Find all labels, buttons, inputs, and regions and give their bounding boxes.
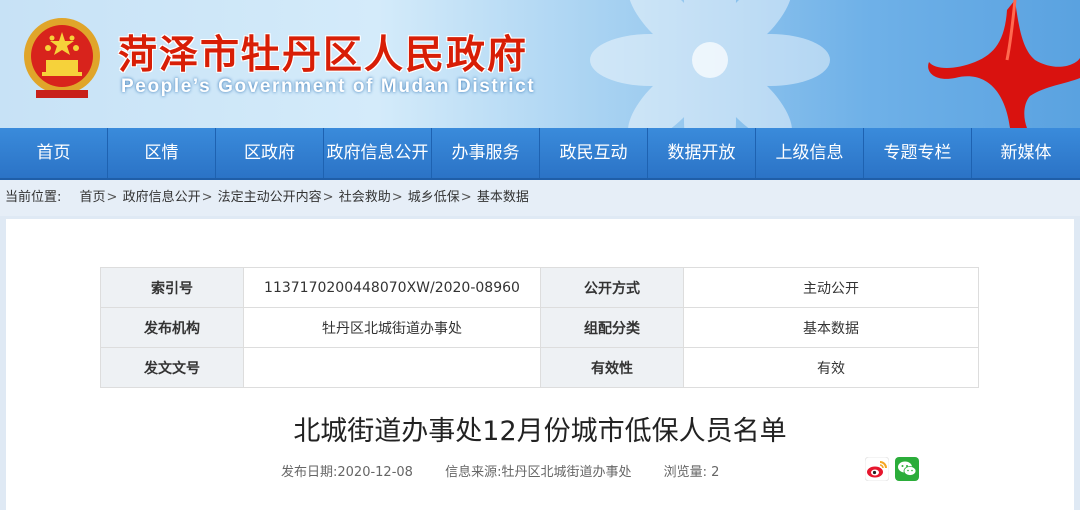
validity-value: 有效	[683, 347, 979, 388]
nav-home[interactable]: 首页	[0, 128, 108, 178]
breadcrumb-info-disclosure[interactable]: 政府信息公开	[123, 190, 201, 205]
category-label: 组配分类	[540, 307, 684, 348]
breadcrumb-subsistence[interactable]: 城乡低保	[408, 190, 460, 205]
site-title: 菏泽市牡丹区人民政府	[118, 33, 529, 78]
article-info: 发布日期:2020-12-08 信息来源:牡丹区北城街道办事处 浏览量: 2	[281, 461, 747, 480]
issuer-value: 牡丹区北城街道办事处	[243, 307, 541, 348]
main-nav: 首页 区情 区政府 政府信息公开 办事服务 政民互动 数据开放 上级信息 专题专…	[0, 128, 1080, 180]
nav-district-gov[interactable]: 区政府	[216, 128, 324, 178]
method-label: 公开方式	[540, 267, 684, 308]
weibo-icon[interactable]	[864, 456, 890, 482]
breadcrumb-home[interactable]: 首页	[80, 190, 106, 205]
nav-superior-info[interactable]: 上级信息	[756, 128, 864, 178]
breadcrumb-statutory[interactable]: 法定主动公开内容	[218, 190, 322, 205]
nav-district-info[interactable]: 区情	[108, 128, 216, 178]
breadcrumb-label: 当前位置:	[5, 190, 62, 205]
validity-label: 有效性	[540, 347, 684, 388]
table-row: 发文文号 有效性 有效	[100, 347, 979, 388]
table-row: 索引号 11371702004480​70XW/2020-08960 公开方式 …	[100, 267, 979, 308]
nav-interaction[interactable]: 政民互动	[540, 128, 648, 178]
breadcrumb-basic-data[interactable]: 基本数据	[477, 190, 529, 205]
nav-info-disclosure[interactable]: 政府信息公开	[324, 128, 432, 178]
article-title: 北城街道办事处12月份城市低保人员名单	[293, 416, 787, 447]
nav-special-topics[interactable]: 专题专栏	[864, 128, 972, 178]
wechat-icon[interactable]	[895, 457, 919, 481]
document-meta-table: 索引号 11371702004480​70XW/2020-08960 公开方式 …	[100, 267, 979, 388]
table-row: 发布机构 牡丹区北城街道办事处 组配分类 基本数据	[100, 307, 979, 348]
docno-label: 发文文号	[100, 347, 244, 388]
publish-date: 发布日期:2020-12-08	[281, 465, 413, 480]
breadcrumb-social-assistance[interactable]: 社会救助	[339, 190, 391, 205]
index-label: 索引号	[100, 267, 244, 308]
site-banner: 菏泽市牡丹区人民政府 People’s Government of Mudan …	[0, 0, 1080, 128]
index-value: 11371702004480​70XW/2020-08960	[243, 267, 541, 308]
red-sculpture-decoration	[928, 0, 1080, 128]
nav-new-media[interactable]: 新媒体	[972, 128, 1080, 178]
breadcrumb: 当前位置: 首页> 政府信息公开> 法定主动公开内容> 社会救助> 城乡低保> …	[0, 180, 1080, 216]
national-emblem-icon	[24, 18, 100, 98]
docno-value	[243, 347, 541, 388]
issuer-label: 发布机构	[100, 307, 244, 348]
nav-services[interactable]: 办事服务	[432, 128, 540, 178]
content-panel: 索引号 11371702004480​70XW/2020-08960 公开方式 …	[6, 219, 1074, 510]
view-count: 浏览量: 2	[663, 465, 720, 480]
category-value: 基本数据	[683, 307, 979, 348]
flower-decoration	[590, 0, 830, 128]
method-value: 主动公开	[683, 267, 979, 308]
info-source: 信息来源:牡丹区北城街道办事处	[445, 465, 632, 480]
nav-open-data[interactable]: 数据开放	[648, 128, 756, 178]
site-subtitle: People’s Government of Mudan District	[121, 76, 536, 97]
